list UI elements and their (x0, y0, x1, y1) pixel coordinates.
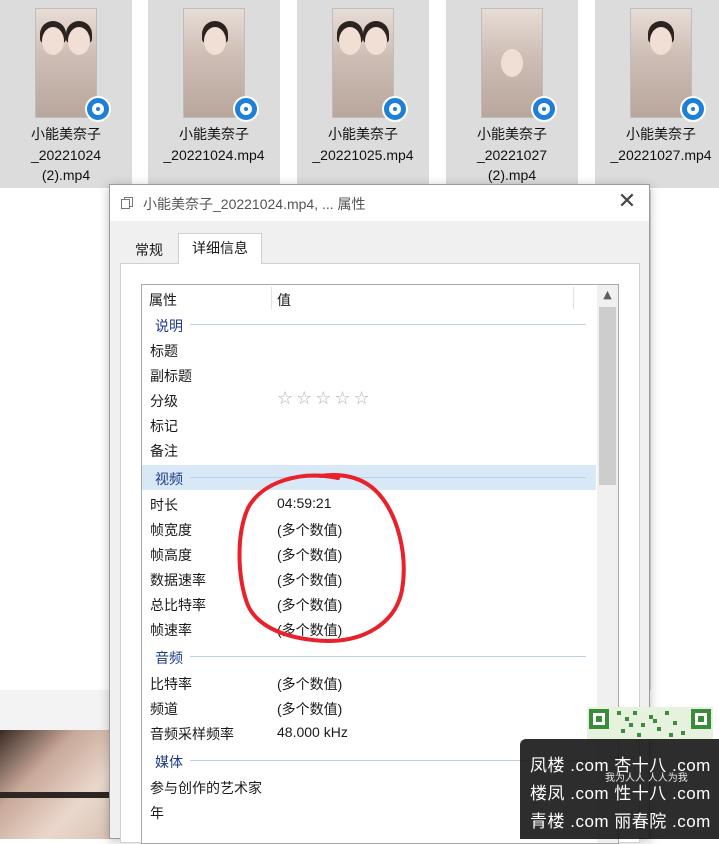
background-thumbnail (0, 730, 110, 839)
property-name: 比特率 (150, 676, 192, 692)
property-value: 48.000 kHz (277, 724, 348, 740)
property-row-tags[interactable]: 标记 (142, 412, 596, 437)
group-description[interactable]: 说明 (142, 312, 596, 337)
file-item-4[interactable]: 小能美奈子 _20221027 (2).mp4 (446, 0, 578, 188)
property-name: 帧宽度 (150, 522, 192, 538)
watermark-line: 凤楼 .com 杏十八 .com (530, 756, 711, 775)
dialog-title: 小能美奈子_20221024.mp4, ... 属性 (143, 196, 366, 212)
file-name: 小能美奈子 _20221024 (2).mp4 (30, 126, 102, 183)
property-row-audio-bitrate[interactable]: 比特率 (多个数值) (142, 670, 596, 695)
property-name: 分级 (150, 393, 178, 409)
list-header: 属性 值 (142, 285, 596, 312)
property-row-total-bitrate[interactable]: 总比特率 (多个数值) (142, 591, 596, 616)
property-name: 标记 (150, 418, 178, 434)
property-name: 时长 (150, 497, 178, 513)
property-row-frame-height[interactable]: 帧高度 (多个数值) (142, 541, 596, 566)
property-value: (多个数值) (277, 701, 343, 717)
property-value: (多个数值) (277, 522, 343, 538)
close-button[interactable]: ✕ (612, 191, 642, 215)
property-name: 参与创作的艺术家 (150, 780, 262, 796)
file-name: 小能美奈子 _20221027.mp4 (610, 126, 712, 163)
tab-general[interactable]: 常规 (120, 237, 178, 263)
video-player-icon (382, 96, 408, 122)
group-divider (190, 656, 586, 657)
property-name: 副标题 (150, 368, 192, 384)
column-divider[interactable] (271, 287, 272, 309)
property-value: (多个数值) (277, 572, 343, 588)
video-player-icon (531, 96, 557, 122)
file-item-5[interactable]: 小能美奈子 _20221027.mp4 (595, 0, 719, 188)
file-name: 小能美奈子 _20221025.mp4 (312, 126, 414, 163)
property-row-frame-width[interactable]: 帧宽度 (多个数值) (142, 516, 596, 541)
property-name: 年 (150, 805, 164, 821)
property-value: (多个数值) (277, 676, 343, 692)
group-audio[interactable]: 音频 (142, 644, 596, 669)
property-row-title[interactable]: 标题 (142, 337, 596, 362)
group-label: 音频 (155, 650, 183, 666)
property-name: 频道 (150, 701, 178, 717)
file-name: 小能美奈子 _20221027 (2).mp4 (476, 126, 548, 183)
tab-details[interactable]: 详细信息 (178, 233, 262, 264)
video-player-icon (85, 96, 111, 122)
group-label: 视频 (155, 471, 183, 487)
property-value: (多个数值) (277, 597, 343, 613)
property-row-channels[interactable]: 频道 (多个数值) (142, 695, 596, 720)
property-name: 总比特率 (150, 597, 206, 613)
file-item-2[interactable]: 小能美奈子 _20221024.mp4 (148, 0, 280, 188)
explorer-background (650, 190, 719, 690)
property-row-frame-rate[interactable]: 帧速率 (多个数值) (142, 616, 596, 641)
documents-icon (121, 197, 133, 209)
file-item-1[interactable]: 小能美奈子 _20221024 (2).mp4 (0, 0, 132, 188)
property-name: 帧高度 (150, 547, 192, 563)
property-value: (多个数值) (277, 547, 343, 563)
column-header-property[interactable]: 属性 (149, 290, 177, 310)
watermark-line: 青楼 .com 丽春院 .com (530, 812, 711, 831)
video-player-icon (233, 96, 259, 122)
watermark-line: 楼凤 .com 性十八 .com (530, 784, 711, 803)
property-name: 备注 (150, 443, 178, 459)
video-player-icon (680, 96, 706, 122)
property-row-rating[interactable]: 分级 ☆☆☆☆☆ (142, 387, 596, 412)
property-row-comments[interactable]: 备注 (142, 437, 596, 462)
scroll-up-icon[interactable]: ▲ (597, 285, 618, 305)
title-bar[interactable]: 小能美奈子_20221024.mp4, ... 属性 ✕ (110, 185, 649, 221)
file-item-3[interactable]: 小能美奈子 _20221025.mp4 (297, 0, 429, 188)
property-row-length[interactable]: 时长 04:59:21 (142, 491, 596, 516)
property-row-data-rate[interactable]: 数据速率 (多个数值) (142, 566, 596, 591)
group-label: 说明 (155, 318, 183, 334)
property-name: 数据速率 (150, 572, 206, 588)
rating-stars-icon[interactable]: ☆☆☆☆☆ (277, 388, 373, 409)
column-header-value[interactable]: 值 (277, 290, 291, 310)
property-name: 帧速率 (150, 622, 192, 638)
property-value: (多个数值) (277, 622, 343, 638)
group-divider (190, 477, 586, 478)
property-name: 音频采样频率 (150, 726, 234, 742)
property-name: 标题 (150, 343, 178, 359)
property-row-subtitle[interactable]: 副标题 (142, 362, 596, 387)
group-divider (190, 324, 586, 325)
column-divider[interactable] (573, 287, 574, 309)
file-thumbnail-row: 小能美奈子 _20221024 (2).mp4 小能美奈子 _20221024.… (0, 0, 719, 190)
qr-code-icon (587, 707, 713, 739)
watermark-banner: 我为人人 人人为我 凤楼 .com 杏十八 .com 楼凤 .com 性十八 .… (520, 739, 719, 839)
group-label: 媒体 (155, 754, 183, 770)
property-value: 04:59:21 (277, 495, 332, 511)
file-name: 小能美奈子 _20221024.mp4 (163, 126, 265, 163)
group-video[interactable]: 视频 (142, 465, 596, 490)
scrollbar-thumb[interactable] (599, 307, 616, 485)
